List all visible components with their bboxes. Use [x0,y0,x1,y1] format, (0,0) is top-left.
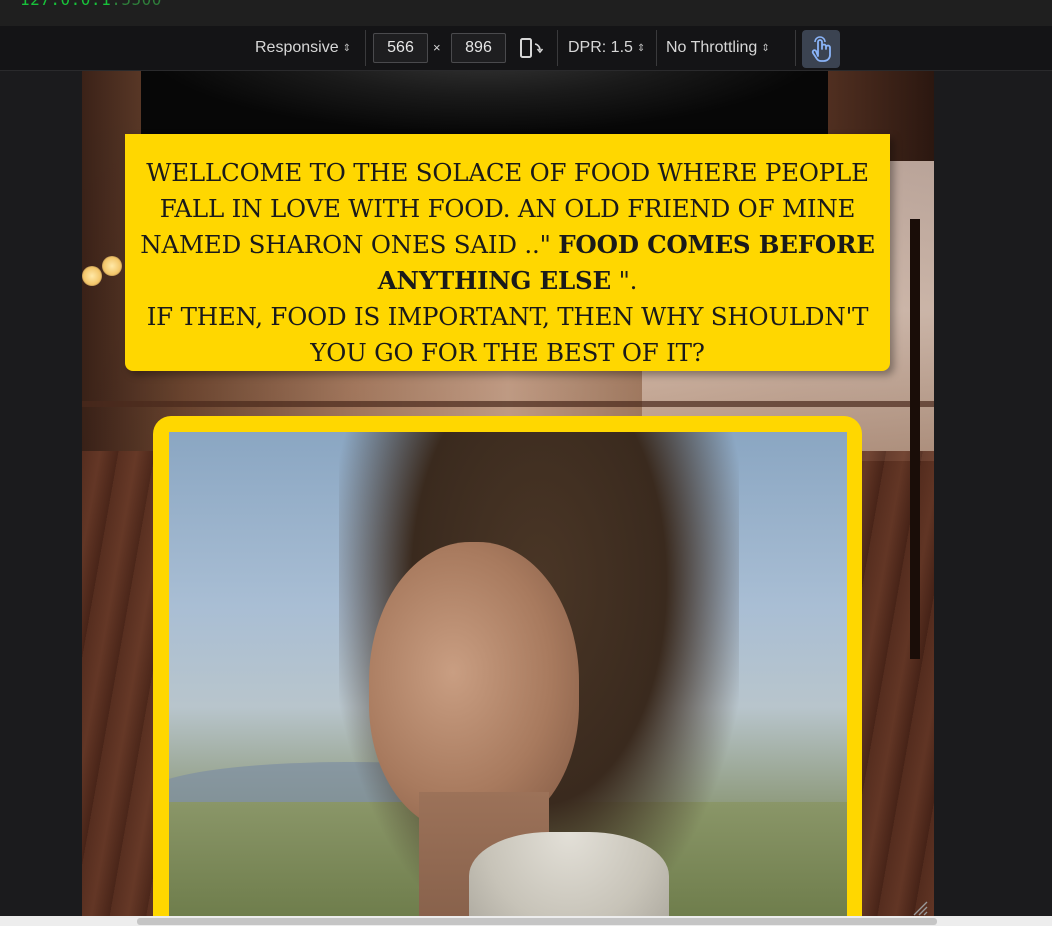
welcome-line: FALL IN LOVE WITH FOOD. AN OLD FRIEND OF… [159,194,856,223]
times-sign: × [433,40,441,55]
portrait-card [153,416,862,916]
welcome-quote-intro: NAMED SHARON ONES SAID .." [140,230,559,259]
welcome-line: YOU GO FOR THE BEST OF IT? [310,338,705,367]
url-host: 127.0.0.1 [20,0,111,9]
welcome-text: WELLCOME TO THE SOLACE OF FOOD WHERE PEO… [125,155,890,371]
horizontal-scrollbar-track [0,916,1052,926]
touch-toggle-button[interactable] [802,30,840,68]
url-port: :5500 [111,0,162,9]
device-select[interactable]: Responsive ⇕ [255,33,351,63]
device-select-label: Responsive [255,39,339,56]
background-post [910,219,920,659]
photo-lace-collar [469,832,669,916]
resize-grip-icon [913,901,928,916]
divider [795,30,796,66]
divider [557,30,558,66]
rotate-icon [520,38,544,58]
address-strip: 127.0.0.1:5500 [0,0,1052,26]
welcome-line: NAMED SHARON ONES SAID .." FOOD COMES BE… [125,227,890,263]
height-input[interactable]: 896 [451,33,506,63]
portrait-photo [169,432,847,916]
horizontal-scrollbar-thumb[interactable] [137,918,937,925]
throttling-label: No Throttling [666,39,758,56]
dpr-label: DPR: 1.5 [568,39,633,56]
photo-face [369,542,579,832]
welcome-quote-bold: FOOD COMES BEFORE [558,230,875,259]
hero-image-bottom [141,71,828,134]
background-lamp [82,266,102,286]
caret-updown-icon: ⇕ [761,43,770,54]
welcome-line: WELLCOME TO THE SOLACE OF FOOD WHERE PEO… [146,158,869,187]
dpr-select[interactable]: DPR: 1.5 ⇕ [568,33,645,63]
resize-handle[interactable] [910,898,928,916]
touch-icon [811,36,831,62]
welcome-line: IF THEN, FOOD IS IMPORTANT, THEN WHY SHO… [146,302,869,331]
background-lamp [102,256,122,276]
url-text[interactable]: 127.0.0.1:5500 [20,0,162,9]
welcome-card: WELLCOME TO THE SOLACE OF FOOD WHERE PEO… [125,134,890,371]
caret-updown-icon: ⇕ [342,43,351,54]
throttling-select[interactable]: No Throttling ⇕ [666,33,770,63]
width-input[interactable]: 566 [373,33,428,63]
welcome-quote-end: ". [611,266,638,295]
welcome-line: ANYTHING ELSE ". [125,263,890,299]
caret-updown-icon: ⇕ [636,43,646,54]
emulated-viewport: WELLCOME TO THE SOLACE OF FOOD WHERE PEO… [82,71,934,916]
viewport-gutter-left [0,71,82,926]
divider [365,30,366,66]
viewport-gutter-right [934,71,1052,926]
rotate-button[interactable] [518,36,546,62]
divider [656,30,657,66]
device-toolbar: Responsive ⇕ 566 × 896 DPR: 1.5 ⇕ No Throt… [0,26,1052,71]
welcome-quote-bold: ANYTHING ELSE [377,266,611,295]
background-rail [82,401,934,407]
